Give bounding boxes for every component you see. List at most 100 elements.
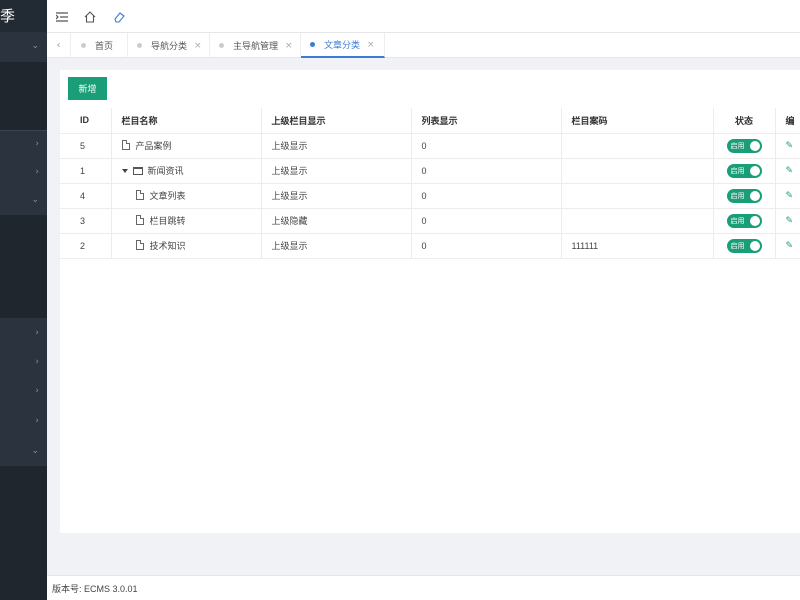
tab-label: 导航分类	[151, 41, 188, 51]
toggle-knob	[749, 190, 760, 201]
cell-list-display: 0	[411, 158, 562, 184]
file-icon	[135, 190, 144, 200]
tab-main-nav[interactable]: 主导航管理 ×	[210, 33, 301, 58]
cell-status: 启用	[713, 208, 776, 234]
file-icon	[135, 215, 144, 225]
tab-home[interactable]: 首页	[72, 33, 128, 58]
sidebar-item-3[interactable]: ›	[0, 159, 47, 187]
column-header-code: 栏目案码	[561, 108, 714, 134]
chevron-down-icon: ⌄	[31, 446, 39, 456]
eraser-icon[interactable]	[111, 9, 127, 25]
logo-icon: 季	[0, 7, 16, 25]
edit-icon[interactable]: ✎	[786, 141, 794, 151]
sidebar-item-2[interactable]: ›	[0, 131, 47, 159]
sidebar-item-8[interactable]: ›	[0, 408, 47, 436]
cell-parent-display: 上级显示	[261, 233, 412, 259]
chevron-right-icon: ›	[35, 328, 39, 338]
cell-name: 技术知识	[111, 233, 262, 259]
sidebar-item-9[interactable]: ⌄	[0, 438, 47, 466]
close-icon[interactable]: ×	[194, 41, 202, 51]
cell-edit: ✎	[775, 133, 800, 159]
chevron-right-icon: ›	[35, 386, 39, 396]
cell-name: 文章列表	[111, 183, 262, 209]
cell-status: 启用	[713, 233, 776, 259]
cell-name: 产品案例	[111, 133, 262, 159]
close-icon[interactable]: ×	[285, 41, 293, 51]
file-icon	[135, 240, 144, 250]
cell-code	[561, 183, 714, 209]
category-name: 新闻资讯	[147, 166, 184, 176]
status-toggle[interactable]: 启用	[726, 213, 762, 228]
cell-parent-display: 上级显示	[261, 158, 412, 184]
column-header-status: 状态	[713, 108, 776, 134]
footer: 版本号: ECMS 3.0.01	[47, 575, 800, 600]
sidebar-item-5[interactable]: ›	[0, 320, 47, 348]
table-row: 5 产品案例 上级显示 0 启用 ✎	[60, 133, 800, 159]
column-header-parent-display: 上级栏目显示	[261, 108, 412, 134]
chevron-right-icon: ›	[35, 167, 39, 177]
close-icon[interactable]: ×	[367, 40, 375, 50]
tab-dot	[81, 43, 86, 48]
cell-status: 启用	[713, 158, 776, 184]
edit-icon[interactable]: ✎	[786, 166, 794, 176]
sidebar-item-7[interactable]: ›	[0, 378, 47, 406]
edit-icon[interactable]: ✎	[786, 191, 794, 201]
cell-parent-display: 上级显示	[261, 183, 412, 209]
file-icon	[121, 140, 130, 150]
cell-edit: ✎	[775, 183, 800, 209]
chevron-down-icon: ⌄	[31, 41, 39, 51]
edit-icon[interactable]: ✎	[786, 216, 794, 226]
column-header-edit: 编	[775, 108, 800, 134]
top-bar	[47, 0, 800, 33]
cell-name: 新闻资讯	[111, 158, 262, 184]
menu-fold-icon[interactable]	[54, 9, 70, 25]
toggle-label: 启用	[730, 217, 745, 225]
toggle-knob	[749, 140, 760, 151]
toggle-label: 启用	[730, 142, 745, 150]
category-name: 产品案例	[135, 141, 172, 151]
tab-dot	[219, 43, 224, 48]
status-toggle[interactable]: 启用	[726, 138, 762, 153]
toggle-label: 启用	[730, 192, 745, 200]
status-toggle[interactable]: 启用	[726, 188, 762, 203]
chevron-right-icon: ›	[35, 416, 39, 426]
cell-code	[561, 208, 714, 234]
category-name: 栏目跳转	[149, 216, 186, 226]
chevron-right-icon: ›	[35, 139, 39, 149]
cell-id: 5	[60, 133, 112, 159]
tab-label: 主导航管理	[233, 41, 279, 51]
cell-edit: ✎	[775, 208, 800, 234]
table-row: 3 栏目跳转 上级隐藏 0 启用 ✎	[60, 208, 800, 234]
cell-edit: ✎	[775, 158, 800, 184]
toggle-label: 启用	[730, 167, 745, 175]
tab-label: 文章分类	[324, 40, 361, 50]
cell-id: 4	[60, 183, 112, 209]
cell-code: 111111	[561, 233, 714, 259]
home-icon[interactable]	[82, 9, 98, 25]
content-panel: 新增 ID 栏目名称 上级栏目显示 列表显示 栏目案码 状态 编 5 产品案例	[60, 70, 800, 533]
category-name: 技术知识	[149, 241, 186, 251]
status-toggle[interactable]: 启用	[726, 163, 762, 178]
chevron-right-icon: ›	[35, 357, 39, 367]
edit-icon[interactable]: ✎	[786, 241, 794, 251]
sidebar-item-4[interactable]: ⌄	[0, 187, 47, 215]
table-row: 1 新闻资讯 上级显示 0 启用 ✎	[60, 158, 800, 184]
sidebar-item-6[interactable]: ›	[0, 349, 47, 377]
add-button[interactable]: 新增	[68, 77, 107, 100]
table-row: 2 技术知识 上级显示 0 111111 启用 ✎	[60, 233, 800, 259]
sidebar-item-1[interactable]: ⌄	[0, 32, 47, 62]
tab-article-category[interactable]: 文章分类 ×	[301, 33, 385, 58]
table-header-row: ID 栏目名称 上级栏目显示 列表显示 栏目案码 状态 编	[60, 108, 800, 134]
main-content: 新增 ID 栏目名称 上级栏目显示 列表显示 栏目案码 状态 编 5 产品案例	[47, 58, 800, 575]
tab-scroll-left-button[interactable]: ‹	[47, 33, 71, 58]
toggle-label: 启用	[730, 242, 745, 250]
tabs-bar: ‹ 首页 导航分类 × 主导航管理 × 文章分类 ×	[47, 33, 800, 58]
column-header-list-display: 列表显示	[411, 108, 562, 134]
cell-id: 1	[60, 158, 112, 184]
tab-nav-category[interactable]: 导航分类 ×	[128, 33, 210, 58]
status-toggle[interactable]: 启用	[726, 238, 762, 253]
cell-list-display: 0	[411, 233, 562, 259]
expand-caret-icon[interactable]	[121, 169, 128, 173]
sidebar-submenu-9	[0, 466, 47, 600]
cell-code	[561, 133, 714, 159]
